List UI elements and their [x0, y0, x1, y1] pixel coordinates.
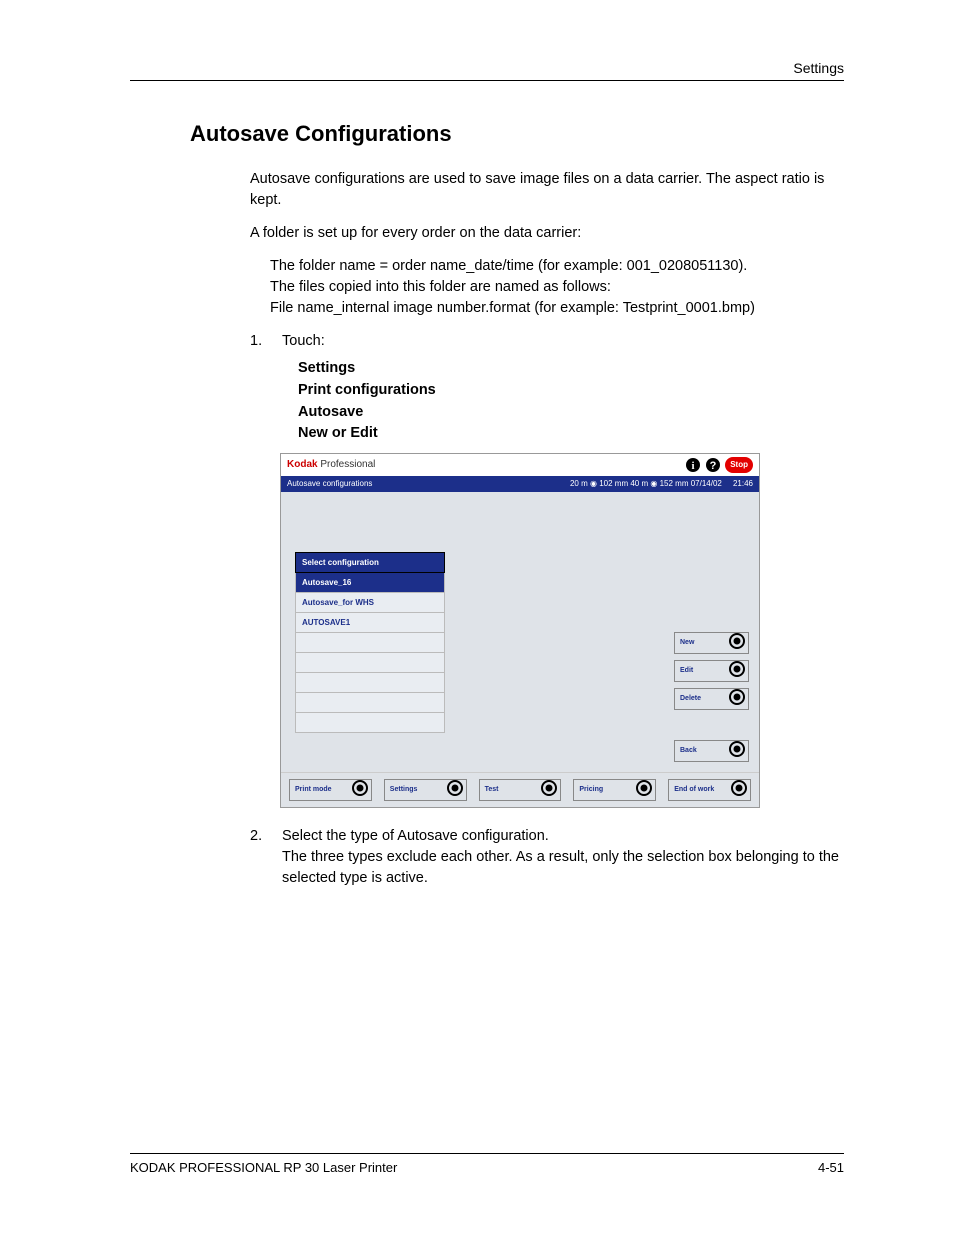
step-2-number: 2. — [250, 826, 264, 889]
back-button-label: Back — [680, 746, 697, 756]
step-1-number: 1. — [250, 331, 264, 352]
settings-label: Settings — [390, 785, 418, 795]
button-icon — [352, 780, 368, 800]
end-of-work-button[interactable]: End of work — [668, 779, 751, 801]
step-2-line-b: The three types exclude each other. As a… — [282, 847, 844, 889]
status-bar: Autosave configurations 20 m ◉ 102 mm 40… — [281, 476, 759, 492]
status-val-b: 102 mm 40 m — [599, 479, 648, 488]
button-icon — [731, 780, 747, 800]
config-row-3[interactable] — [295, 633, 445, 653]
end-of-work-label: End of work — [674, 785, 714, 795]
button-icon — [729, 689, 745, 709]
section-label: Settings — [130, 60, 844, 80]
step-2-line-a: Select the type of Autosave configuratio… — [282, 826, 844, 847]
para-1: Autosave configurations are used to save… — [250, 169, 844, 211]
info-icon[interactable]: i — [685, 457, 701, 473]
test-label: Test — [485, 785, 499, 795]
select-config-panel: Select configuration Autosave_16 Autosav… — [295, 552, 445, 772]
step-1-text: Touch: — [282, 331, 844, 352]
brand: Kodak Professional — [287, 458, 375, 473]
config-row-7[interactable] — [295, 713, 445, 733]
edit-button[interactable]: Edit — [674, 660, 749, 682]
touch-item-new-edit: New or Edit — [298, 423, 844, 445]
button-icon — [729, 633, 745, 653]
select-config-header: Select configuration — [295, 552, 445, 574]
test-button[interactable]: Test — [479, 779, 562, 801]
button-icon — [447, 780, 463, 800]
footer-rule — [130, 1153, 844, 1154]
status-time: 21:46 — [733, 479, 753, 488]
para-5: File name_internal image number.format (… — [270, 298, 844, 319]
config-row-5[interactable] — [295, 673, 445, 693]
settings-button[interactable]: Settings — [384, 779, 467, 801]
brand-professional: Professional — [318, 459, 376, 470]
touch-item-print-config: Print configurations — [298, 380, 844, 402]
config-row-1[interactable]: Autosave_for WHS — [295, 593, 445, 613]
button-icon — [636, 780, 652, 800]
footer-left: KODAK PROFESSIONAL RP 30 Laser Printer — [130, 1160, 397, 1175]
delete-button[interactable]: Delete — [674, 688, 749, 710]
button-icon — [729, 661, 745, 681]
config-row-6[interactable] — [295, 693, 445, 713]
header-rule — [130, 80, 844, 81]
delete-button-label: Delete — [680, 694, 701, 704]
touch-item-settings: Settings — [298, 358, 844, 380]
page-number: 4-51 — [818, 1160, 844, 1175]
step-1: 1. Touch: — [250, 331, 844, 352]
svg-text:?: ? — [710, 460, 717, 472]
status-left: Autosave configurations — [287, 478, 372, 490]
config-row-0[interactable]: Autosave_16 — [295, 573, 445, 593]
edit-button-label: Edit — [680, 666, 693, 676]
button-icon — [541, 780, 557, 800]
brand-kodak: Kodak — [287, 459, 318, 470]
para-3: The folder name = order name_date/time (… — [270, 256, 844, 277]
app-titlebar: Kodak Professional i ? Stop — [281, 454, 759, 476]
pricing-button[interactable]: Pricing — [573, 779, 656, 801]
pricing-label: Pricing — [579, 785, 603, 795]
status-right: 20 m ◉ 102 mm 40 m ◉ 152 mm 07/14/02 21:… — [570, 478, 753, 490]
back-button[interactable]: Back — [674, 740, 749, 762]
app-footer: Print mode Settings Test Pricing End of … — [281, 772, 759, 807]
main-heading: Autosave Configurations — [190, 121, 844, 147]
para-4: The files copied into this folder are na… — [270, 277, 844, 298]
config-row-4[interactable] — [295, 653, 445, 673]
button-icon — [729, 741, 745, 761]
new-button[interactable]: New — [674, 632, 749, 654]
paper-roll-icon: ◉ — [650, 479, 657, 488]
print-mode-button[interactable]: Print mode — [289, 779, 372, 801]
para-2: A folder is set up for every order on th… — [250, 223, 844, 244]
svg-text:i: i — [692, 460, 695, 472]
config-row-2[interactable]: AUTOSAVE1 — [295, 613, 445, 633]
stop-button[interactable]: Stop — [725, 457, 753, 473]
embedded-screenshot: Kodak Professional i ? Stop Autosave con… — [280, 453, 760, 808]
print-mode-label: Print mode — [295, 785, 332, 795]
touch-item-autosave: Autosave — [298, 402, 844, 424]
help-icon[interactable]: ? — [705, 457, 721, 473]
status-val-a: 20 m — [570, 479, 588, 488]
new-button-label: New — [680, 638, 694, 648]
step-2: 2. Select the type of Autosave configura… — [250, 826, 844, 889]
paper-roll-icon: ◉ — [590, 479, 597, 488]
status-date: 152 mm 07/14/02 — [660, 479, 722, 488]
